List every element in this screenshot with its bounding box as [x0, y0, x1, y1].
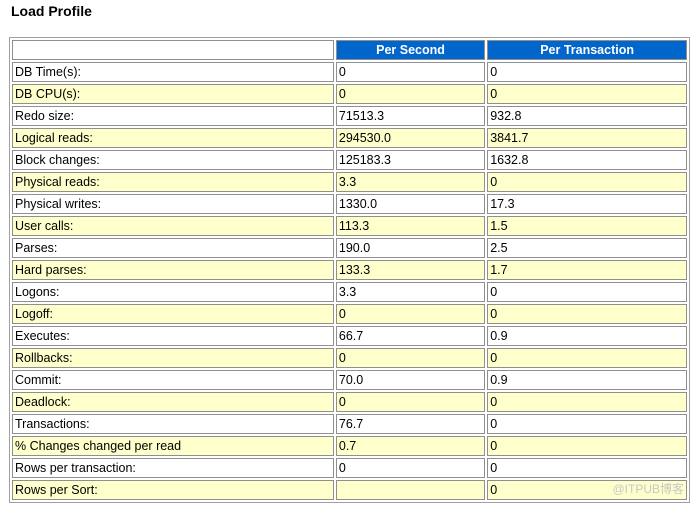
table-row: Transactions: 76.7 0 [12, 414, 687, 434]
metric-label: Hard parses: [12, 260, 334, 280]
metric-label: Physical writes: [12, 194, 334, 214]
per-second-value: 190.0 [335, 238, 486, 258]
per-second-value: 76.7 [335, 414, 486, 434]
per-transaction-value: 0 [487, 282, 687, 302]
per-transaction-value: 0.9 [487, 326, 687, 346]
per-transaction-value: 0.9 [487, 370, 687, 390]
table-row: Hard parses: 133.3 1.7 [12, 260, 687, 280]
metric-label: Executes: [12, 326, 334, 346]
table-row: Logons: 3.3 0 [12, 282, 687, 302]
per-transaction-value: 0 [487, 62, 687, 82]
table-row: Logical reads: 294530.0 3841.7 [12, 128, 687, 148]
metric-label: Rows per Sort: [12, 480, 334, 500]
metric-label: Rows per transaction: [12, 458, 334, 478]
metric-label: % Changes changed per read [12, 436, 334, 456]
per-second-value: 3.3 [335, 172, 486, 192]
metric-label: Block changes: [12, 150, 334, 170]
table-row: Deadlock: 0 0 [12, 392, 687, 412]
per-second-value: 0 [335, 304, 486, 324]
metric-label: DB CPU(s): [12, 84, 334, 104]
page-title: Load Profile [11, 3, 92, 19]
per-second-value: 0 [335, 348, 486, 368]
metric-label: Commit: [12, 370, 334, 390]
table-row: Block changes: 125183.3 1632.8 [12, 150, 687, 170]
per-transaction-value: 0 [487, 392, 687, 412]
table-row: Executes: 66.7 0.9 [12, 326, 687, 346]
per-second-value: 113.3 [335, 216, 486, 236]
per-transaction-value: 0 [487, 436, 687, 456]
metric-label: Logical reads: [12, 128, 334, 148]
per-transaction-value: 1.5 [487, 216, 687, 236]
table-row: Logoff: 0 0 [12, 304, 687, 324]
per-transaction-value: 1632.8 [487, 150, 687, 170]
per-second-value: 1330.0 [335, 194, 486, 214]
per-second-value: 0.7 [335, 436, 486, 456]
header-per-transaction: Per Transaction [487, 40, 687, 60]
per-second-value: 66.7 [335, 326, 486, 346]
metric-label: DB Time(s): [12, 62, 334, 82]
metric-label: Rollbacks: [12, 348, 334, 368]
table-row: Rows per transaction: 0 0 [12, 458, 687, 478]
metric-label: Parses: [12, 238, 334, 258]
header-blank-cell [12, 40, 334, 60]
table-row: Rollbacks: 0 0 [12, 348, 687, 368]
metric-label: User calls: [12, 216, 334, 236]
per-transaction-value: 17.3 [487, 194, 687, 214]
per-transaction-value: 2.5 [487, 238, 687, 258]
table-row: Physical writes: 1330.0 17.3 [12, 194, 687, 214]
metric-label: Redo size: [12, 106, 334, 126]
per-second-value: 0 [335, 392, 486, 412]
watermark: @ITPUB博客 [612, 482, 684, 496]
per-transaction-value: 0 [487, 458, 687, 478]
per-transaction-value: 0 [487, 84, 687, 104]
table-row: Physical reads: 3.3 0 [12, 172, 687, 192]
per-transaction-value: 1.7 [487, 260, 687, 280]
table-row: Redo size: 71513.3 932.8 [12, 106, 687, 126]
per-second-value: 0 [335, 458, 486, 478]
metric-label: Logoff: [12, 304, 334, 324]
table-row: Parses: 190.0 2.5 [12, 238, 687, 258]
table-row: User calls: 113.3 1.5 [12, 216, 687, 236]
metric-label: Deadlock: [12, 392, 334, 412]
per-second-value: 133.3 [335, 260, 486, 280]
per-second-value: 71513.3 [335, 106, 486, 126]
per-second-value: 0 [335, 84, 486, 104]
per-second-value: 3.3 [335, 282, 486, 302]
table-row: DB Time(s): 0 0 [12, 62, 687, 82]
per-second-value: 0 [335, 62, 486, 82]
metric-label: Logons: [12, 282, 334, 302]
table-row: DB CPU(s): 0 0 [12, 84, 687, 104]
per-second-value [335, 480, 486, 500]
per-second-value: 125183.3 [335, 150, 486, 170]
per-transaction-value: 0 [487, 348, 687, 368]
per-transaction-value: 932.8 [487, 106, 687, 126]
per-transaction-value: 0 [487, 172, 687, 192]
load-profile-table: Per Second Per Transaction DB Time(s): 0… [9, 37, 690, 503]
metric-label: Transactions: [12, 414, 334, 434]
metric-label: Physical reads: [12, 172, 334, 192]
header-row: Per Second Per Transaction [12, 40, 687, 60]
table-row: Rows per Sort: 0 [12, 480, 687, 500]
table-row: Commit: 70.0 0.9 [12, 370, 687, 390]
per-transaction-value: 0 [487, 304, 687, 324]
per-transaction-value: 3841.7 [487, 128, 687, 148]
per-second-value: 294530.0 [335, 128, 486, 148]
per-transaction-value: 0 [487, 414, 687, 434]
per-second-value: 70.0 [335, 370, 486, 390]
table-row: % Changes changed per read 0.7 0 [12, 436, 687, 456]
header-per-second: Per Second [335, 40, 486, 60]
